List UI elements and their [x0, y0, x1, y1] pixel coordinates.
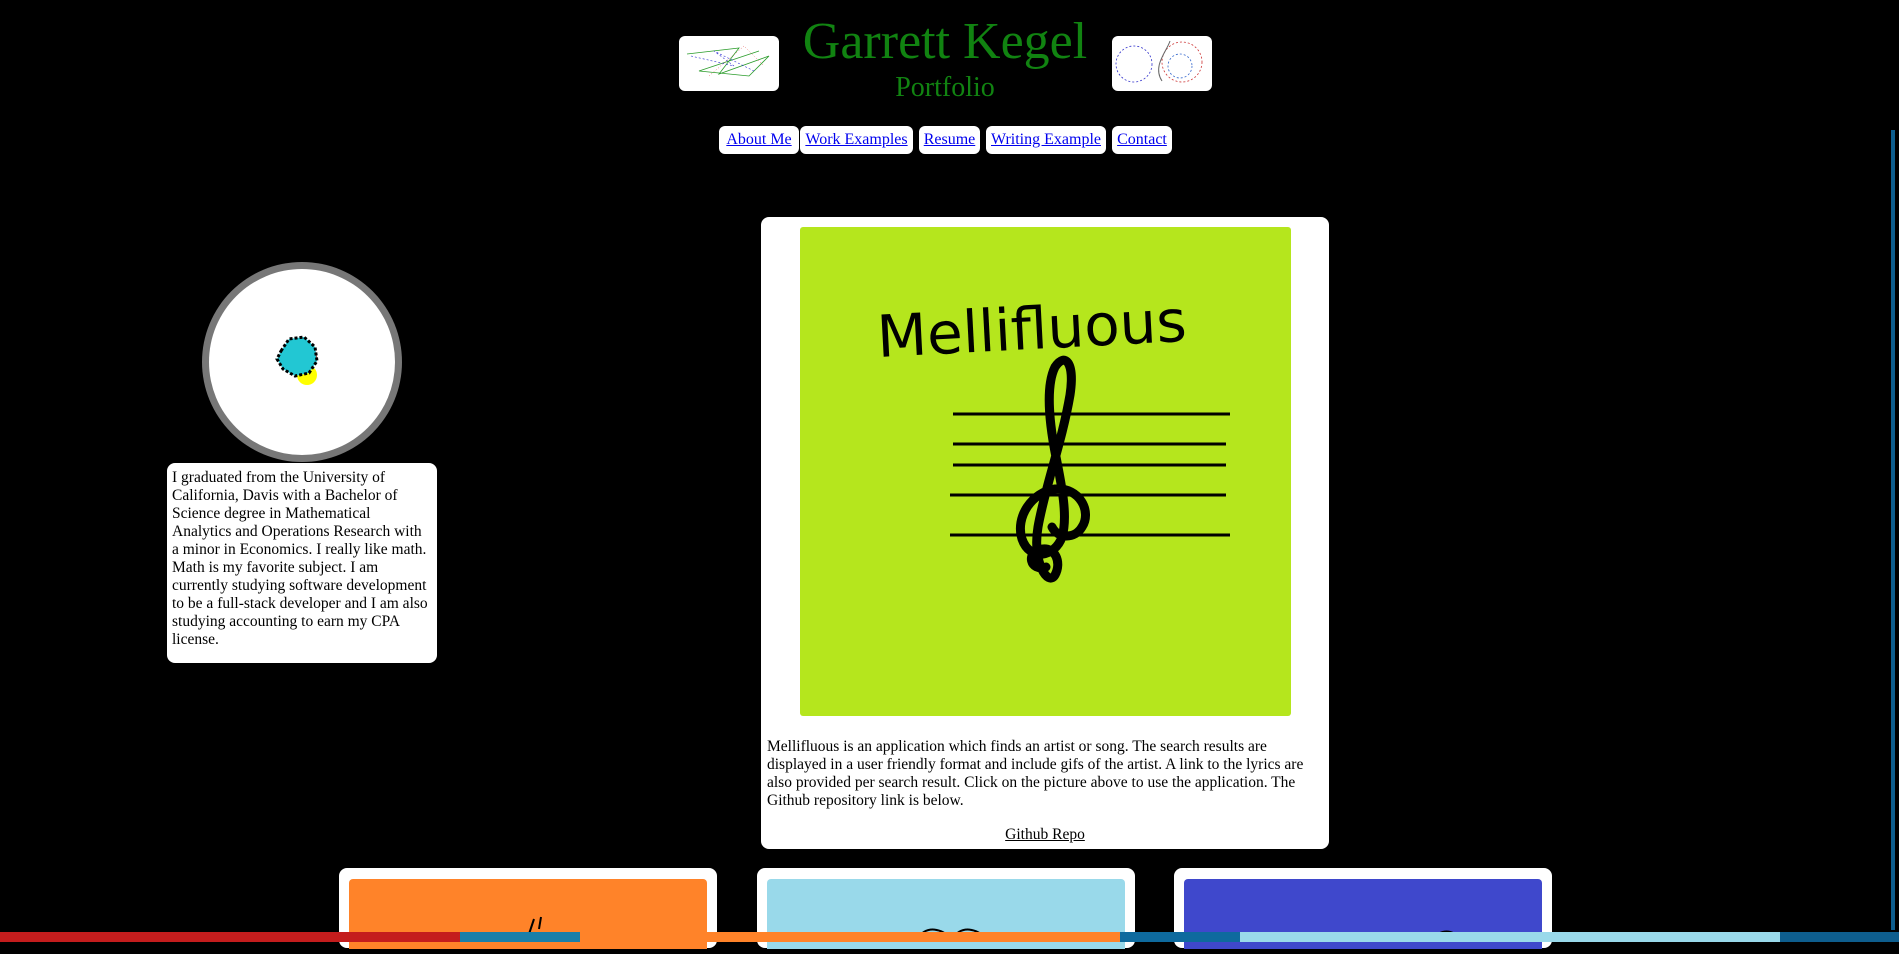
nav-contact-label[interactable]: Contact [1117, 131, 1167, 149]
mellifluous-logo-text: Mellifluous [875, 287, 1188, 371]
github-repo-link: Github Repo [761, 826, 1329, 844]
project-description: Mellifluous is an application which find… [767, 738, 1304, 809]
site-subtitle: Portfolio [895, 72, 995, 103]
nav-about-me[interactable]: About Me [719, 126, 799, 154]
treble-clef-icon: Mellifluous [875, 287, 1230, 583]
blob-avatar-icon [275, 335, 319, 385]
github-repo-link-label[interactable]: Github Repo [1005, 826, 1085, 843]
nav-writing-example-label[interactable]: Writing Example [991, 131, 1101, 149]
nav-resume[interactable]: Resume [919, 126, 980, 154]
nav-about-me-label[interactable]: About Me [726, 131, 791, 149]
nav-work-examples-label[interactable]: Work Examples [805, 131, 907, 149]
bottom-strip-pattern-icon [0, 932, 1899, 942]
avatar [209, 269, 395, 455]
about-me-card: I graduated from the University of Calif… [167, 463, 437, 663]
nav-contact[interactable]: Contact [1112, 126, 1172, 154]
nav-resume-label[interactable]: Resume [924, 131, 976, 149]
right-edge-strip [1891, 130, 1895, 930]
nav-writing-example[interactable]: Writing Example [986, 126, 1106, 154]
site-title: Garrett Kegel [802, 13, 1088, 70]
bottom-edge-strip [0, 929, 1899, 942]
mellifluous-app-image[interactable]: Mellifluous [800, 227, 1291, 716]
about-me-text: I graduated from the University of Calif… [172, 469, 428, 648]
nav-work-examples[interactable]: Work Examples [800, 126, 913, 154]
